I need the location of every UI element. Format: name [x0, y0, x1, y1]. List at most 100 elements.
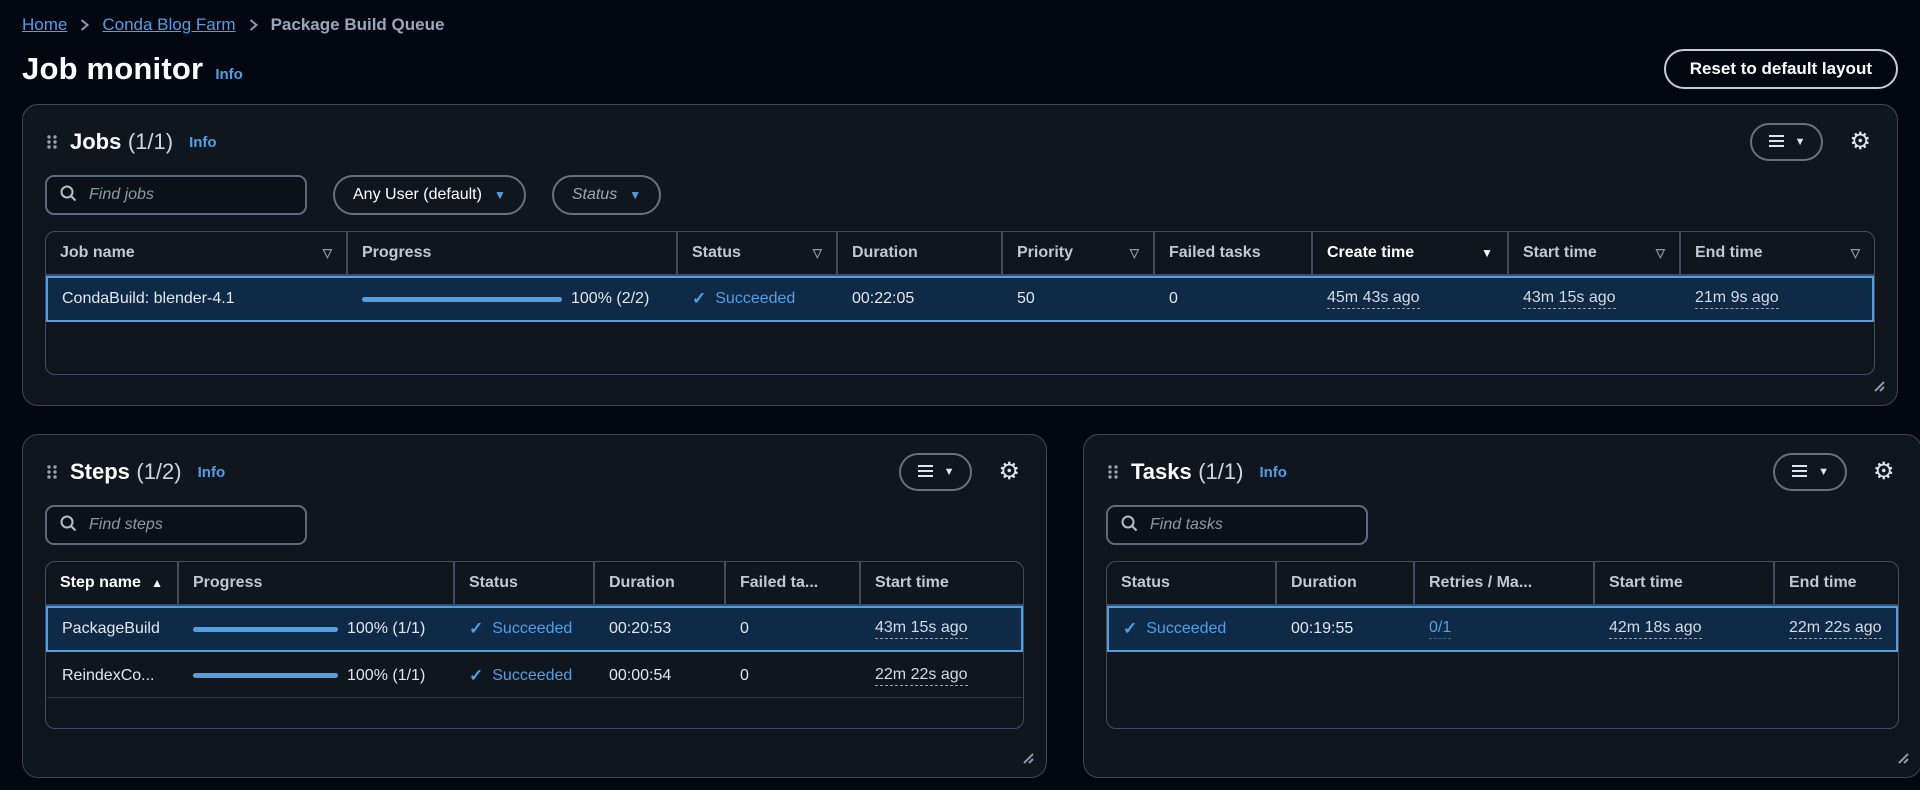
retries-link[interactable]: 0/1: [1429, 619, 1451, 639]
jobs-table-row[interactable]: CondaBuild: blender-4.1 100% (2/2) ✓ Suc…: [46, 276, 1874, 322]
tasks-info-link[interactable]: Info: [1259, 464, 1287, 481]
panel-resize-handle-icon[interactable]: [1018, 748, 1034, 769]
hamburger-icon: [1768, 133, 1785, 152]
check-icon: ✓: [469, 666, 483, 686]
caret-down-icon: ▼: [1818, 466, 1829, 478]
column-header-priority[interactable]: Priority ▽: [1001, 232, 1153, 274]
drag-handle-icon[interactable]: [1106, 463, 1119, 481]
task-end-time-cell: 22m 22s ago: [1775, 619, 1896, 639]
progress-bar: [362, 297, 562, 302]
panel-resize-handle-icon[interactable]: [1869, 376, 1885, 397]
steps-panel-count: (1/2): [136, 459, 181, 484]
hamburger-icon: [917, 463, 934, 482]
jobs-settings-gear-button[interactable]: ⚙: [1845, 130, 1875, 154]
column-header-end-time[interactable]: End time: [1773, 562, 1898, 604]
jobs-preferences-menu-button[interactable]: ▼: [1750, 123, 1824, 161]
caret-down-icon: ▼: [494, 188, 506, 202]
steps-preferences-menu-button[interactable]: ▼: [899, 453, 973, 491]
breadcrumb: Home Conda Blog Farm Package Build Queue: [22, 12, 1898, 38]
column-header-start-time[interactable]: Start time: [859, 562, 1019, 604]
find-jobs-input[interactable]: [87, 185, 293, 205]
column-header-job-name[interactable]: Job name ▽: [46, 232, 346, 274]
step-start-time-cell: 43m 15s ago: [861, 619, 1021, 639]
column-header-retries[interactable]: Retries / Ma...: [1413, 562, 1593, 604]
step-start-time-cell: 22m 22s ago: [861, 666, 1021, 686]
column-header-step-name[interactable]: Step name ▲: [46, 562, 177, 604]
check-icon: ✓: [1123, 619, 1137, 639]
job-monitor-page: Home Conda Blog Farm Package Build Queue…: [0, 0, 1920, 790]
check-icon: ✓: [469, 619, 483, 639]
relative-time-link[interactable]: 43m 15s ago: [1523, 289, 1616, 309]
caret-down-icon: ▼: [629, 188, 641, 202]
relative-time-link[interactable]: 22m 22s ago: [1789, 619, 1882, 639]
sort-icon: ▽: [1122, 246, 1139, 260]
sort-icon: ▽: [805, 246, 822, 260]
drag-handle-icon[interactable]: [45, 133, 58, 151]
job-end-time-cell: 21m 9s ago: [1681, 289, 1872, 309]
step-status-cell: ✓ Succeeded: [455, 619, 595, 639]
jobs-panel: Jobs (1/1) Info ▼ ⚙ A: [22, 104, 1898, 406]
column-header-duration[interactable]: Duration: [836, 232, 1001, 274]
column-header-start-time[interactable]: Start time ▽: [1507, 232, 1679, 274]
task-start-time-cell: 42m 18s ago: [1595, 619, 1775, 639]
chevron-right-icon: [79, 18, 90, 32]
breadcrumb-farm-link[interactable]: Conda Blog Farm: [102, 15, 235, 35]
column-header-status[interactable]: Status: [1107, 562, 1275, 604]
job-progress-cell: 100% (2/2): [348, 290, 678, 308]
column-header-status[interactable]: Status ▽: [676, 232, 836, 274]
relative-time-link[interactable]: 21m 9s ago: [1695, 289, 1779, 309]
tasks-panel-count: (1/1): [1198, 459, 1243, 484]
status-filter-dropdown[interactable]: Status ▼: [552, 175, 661, 215]
tasks-preferences-menu-button[interactable]: ▼: [1773, 453, 1847, 491]
step-progress-cell: 100% (1/1): [179, 620, 455, 638]
drag-handle-icon[interactable]: [45, 463, 58, 481]
find-steps-input[interactable]: [87, 515, 293, 535]
page-info-link[interactable]: Info: [215, 66, 243, 83]
steps-table-row[interactable]: PackageBuild 100% (1/1) ✓ Succeeded 00:2…: [46, 606, 1023, 652]
relative-time-link[interactable]: 22m 22s ago: [875, 666, 968, 686]
relative-time-link[interactable]: 42m 18s ago: [1609, 619, 1702, 639]
column-header-failed-tasks[interactable]: Failed tasks: [1153, 232, 1311, 274]
column-header-duration[interactable]: Duration: [593, 562, 724, 604]
task-retries-cell: 0/1: [1415, 619, 1595, 639]
column-header-end-time[interactable]: End time ▽: [1679, 232, 1874, 274]
tasks-panel: Tasks (1/1) Info ▼ ⚙: [1083, 434, 1920, 778]
column-header-status[interactable]: Status: [453, 562, 593, 604]
relative-time-link[interactable]: 45m 43s ago: [1327, 289, 1420, 309]
tasks-panel-title: Tasks: [1131, 459, 1192, 484]
column-header-create-time[interactable]: Create time ▼: [1311, 232, 1507, 274]
steps-info-link[interactable]: Info: [198, 464, 226, 481]
search-icon: [59, 184, 77, 207]
search-icon: [1120, 514, 1138, 537]
job-duration-cell: 00:22:05: [838, 290, 1003, 308]
reset-layout-button[interactable]: Reset to default layout: [1664, 49, 1898, 89]
tasks-table-header: Status Duration Retries / Ma... Start ti…: [1107, 562, 1898, 606]
column-header-progress[interactable]: Progress: [346, 232, 676, 274]
sort-icon: ▽: [315, 246, 332, 260]
job-status-cell: ✓ Succeeded: [678, 289, 838, 309]
step-name-cell: ReindexCo...: [48, 667, 179, 685]
steps-settings-gear-button[interactable]: ⚙: [994, 460, 1024, 484]
check-icon: ✓: [692, 289, 706, 309]
relative-time-link[interactable]: 43m 15s ago: [875, 619, 968, 639]
steps-search-box: [45, 505, 307, 545]
column-header-duration[interactable]: Duration: [1275, 562, 1413, 604]
user-filter-dropdown[interactable]: Any User (default) ▼: [333, 175, 526, 215]
gear-icon: ⚙: [998, 458, 1020, 485]
jobs-table-empty-area: [46, 322, 1874, 374]
tasks-settings-gear-button[interactable]: ⚙: [1869, 460, 1899, 484]
steps-table-row[interactable]: ReindexCo... 100% (1/1) ✓ Succeeded 00:0…: [46, 652, 1023, 698]
tasks-table-row[interactable]: ✓ Succeeded 00:19:55 0/1 42m 18s ago 22m…: [1107, 606, 1898, 652]
find-tasks-input[interactable]: [1148, 515, 1354, 535]
breadcrumb-home-link[interactable]: Home: [22, 15, 67, 35]
jobs-info-link[interactable]: Info: [189, 134, 217, 151]
page-title: Job monitor: [22, 51, 203, 87]
step-progress-cell: 100% (1/1): [179, 667, 455, 685]
tasks-table: Status Duration Retries / Ma... Start ti…: [1106, 561, 1899, 729]
jobs-search-box: [45, 175, 307, 215]
column-header-progress[interactable]: Progress: [177, 562, 453, 604]
column-header-failed-tasks[interactable]: Failed ta...: [724, 562, 859, 604]
panel-resize-handle-icon[interactable]: [1893, 748, 1909, 769]
column-header-start-time[interactable]: Start time: [1593, 562, 1773, 604]
steps-panel-title: Steps: [70, 459, 130, 484]
